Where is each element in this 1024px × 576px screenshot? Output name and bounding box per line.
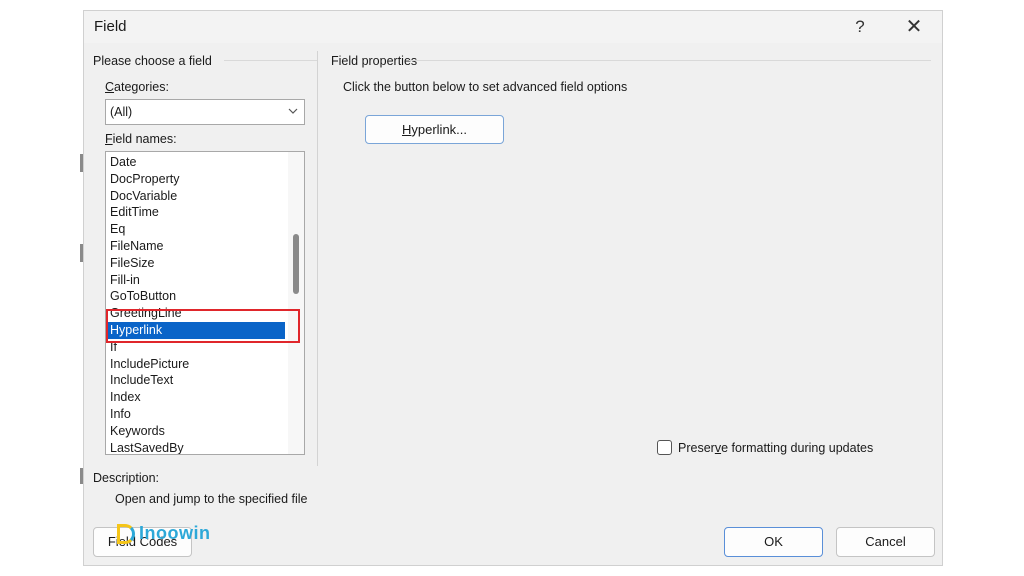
field-name-item[interactable]: Info bbox=[107, 406, 285, 423]
field-name-item[interactable]: Keywords bbox=[107, 423, 285, 440]
field-name-item[interactable]: IncludePicture bbox=[107, 356, 285, 373]
field-name-item[interactable]: Eq bbox=[107, 221, 285, 238]
ok-button[interactable]: OK bbox=[724, 527, 823, 557]
list-scrollbar[interactable] bbox=[288, 152, 304, 454]
cancel-button[interactable]: Cancel bbox=[836, 527, 935, 557]
field-dialog: Field ? ✕ Please choose a field Categori… bbox=[83, 10, 943, 566]
help-button[interactable]: ? bbox=[848, 15, 872, 39]
description-label: Description: bbox=[93, 471, 159, 485]
choose-field-heading: Please choose a field bbox=[93, 54, 212, 68]
field-properties-heading: Field properties bbox=[331, 54, 418, 68]
field-name-item[interactable]: DocProperty bbox=[107, 171, 285, 188]
title-bar: Field ? ✕ bbox=[84, 11, 942, 43]
watermark-logo-icon bbox=[117, 523, 135, 544]
description-text: Open and jump to the specified file bbox=[115, 492, 308, 506]
hyperlink-button[interactable]: Hyperlink... bbox=[365, 115, 504, 144]
field-name-item[interactable]: Fill-in bbox=[107, 272, 285, 289]
field-name-item[interactable]: GoToButton bbox=[107, 288, 285, 305]
chevron-down-icon bbox=[288, 103, 298, 122]
preserve-formatting-label[interactable]: Preserve formatting during updates bbox=[678, 441, 873, 455]
categories-dropdown[interactable]: (All) bbox=[105, 99, 305, 125]
categories-label: Categories: bbox=[105, 80, 169, 94]
dialog-title: Field bbox=[94, 18, 127, 35]
advanced-options-instruction: Click the button below to set advanced f… bbox=[343, 80, 628, 94]
field-name-item[interactable]: FileName bbox=[107, 238, 285, 255]
panel-divider bbox=[317, 51, 318, 466]
scrollbar-thumb[interactable] bbox=[293, 234, 299, 294]
field-name-item[interactable]: EditTime bbox=[107, 204, 285, 221]
field-names-label: Field names: bbox=[105, 132, 177, 146]
hyperlink-highlight-annotation bbox=[106, 309, 300, 343]
close-button[interactable]: ✕ bbox=[902, 15, 926, 39]
preserve-formatting-checkbox[interactable] bbox=[657, 440, 672, 455]
field-name-item[interactable]: IncludeText bbox=[107, 372, 285, 389]
watermark-text: Inoowin bbox=[139, 523, 211, 543]
field-name-item[interactable]: Date bbox=[107, 154, 285, 171]
field-name-item[interactable]: LastSavedBy bbox=[107, 440, 285, 454]
field-name-item[interactable]: Index bbox=[107, 389, 285, 406]
right-heading-divider bbox=[409, 60, 931, 61]
field-name-item[interactable]: DocVariable bbox=[107, 188, 285, 205]
background-document-edge bbox=[0, 0, 83, 576]
watermark-logo: Inoowin bbox=[117, 523, 210, 544]
left-heading-divider bbox=[224, 60, 317, 61]
field-names-list[interactable]: Date DocProperty DocVariable EditTime Eq File… bbox=[105, 151, 305, 455]
categories-value: (All) bbox=[110, 105, 133, 119]
field-name-item[interactable]: FileSize bbox=[107, 255, 285, 272]
field-names-items: Date DocProperty DocVariable EditTime Eq File… bbox=[107, 154, 285, 454]
